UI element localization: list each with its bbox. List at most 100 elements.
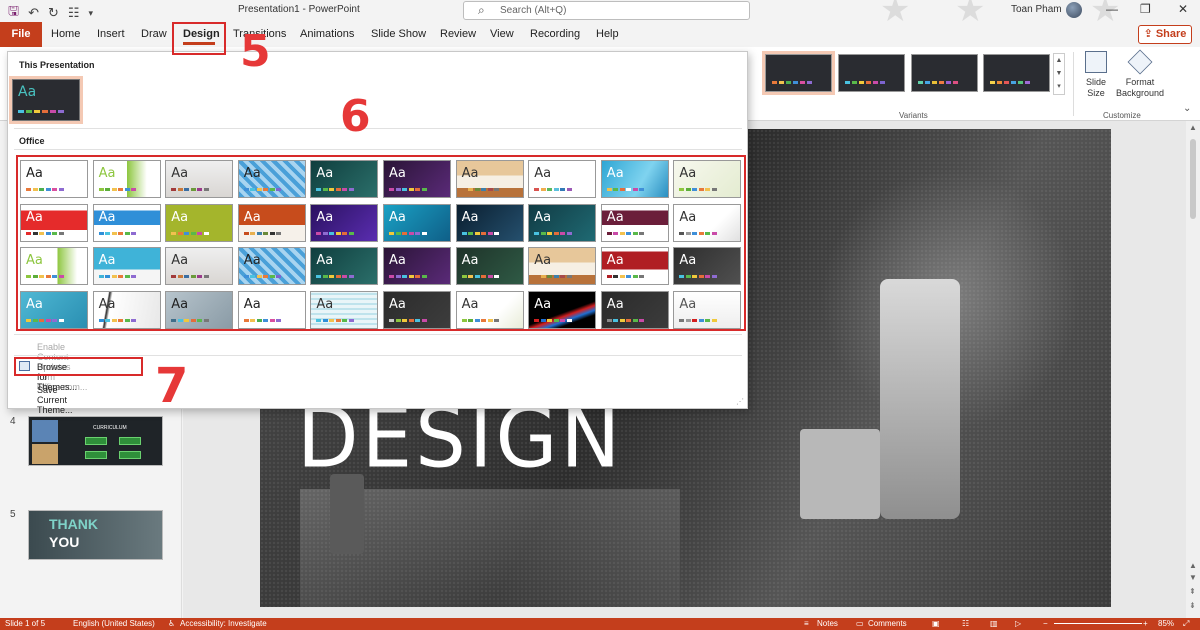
theme-thumbnail[interactable]: Aa bbox=[92, 203, 161, 242]
theme-swatches bbox=[171, 231, 209, 235]
search-box[interactable]: ⌕ Search (Alt+Q) bbox=[463, 1, 750, 20]
theme-thumbnail[interactable]: Aa bbox=[528, 160, 597, 198]
slide-size-button[interactable]: Slide Size bbox=[1078, 51, 1114, 99]
theme-thumbnail[interactable]: Aa bbox=[600, 203, 669, 242]
theme-thumbnail[interactable]: Aa bbox=[237, 160, 306, 198]
theme-thumbnail[interactable]: Aa bbox=[165, 247, 234, 285]
tab-slide-show[interactable]: Slide Show bbox=[371, 28, 426, 40]
accessibility-status[interactable]: Accessibility: Investigate bbox=[180, 619, 267, 628]
theme-thumbnail[interactable]: Aa bbox=[528, 247, 597, 285]
slide-thumbnail-4[interactable]: CURRICULUM bbox=[28, 416, 163, 466]
theme-thumbnail[interactable]: Aa bbox=[20, 247, 88, 285]
theme-thumbnail[interactable]: Aa bbox=[165, 203, 234, 242]
format-background-button[interactable]: Format Background bbox=[1114, 49, 1166, 99]
theme-thumbnail[interactable]: Aa bbox=[20, 290, 88, 329]
scroll-up-icon[interactable]: ▲ bbox=[1189, 561, 1197, 570]
undo-icon[interactable]: ↶ bbox=[28, 5, 39, 21]
theme-thumbnail[interactable]: Aa bbox=[528, 203, 597, 242]
collapse-ribbon-icon[interactable]: ⌄ bbox=[1183, 103, 1191, 114]
theme-thumbnail[interactable]: Aa bbox=[237, 290, 306, 329]
close-icon[interactable]: ✕ bbox=[1178, 2, 1188, 16]
current-theme-thumbnail[interactable]: Aa bbox=[9, 76, 83, 124]
zoom-in-icon[interactable]: + bbox=[1143, 619, 1148, 628]
theme-thumbnail[interactable]: Aa bbox=[165, 160, 234, 198]
variant-3[interactable] bbox=[911, 54, 978, 92]
variant-4[interactable] bbox=[983, 54, 1050, 92]
tab-help[interactable]: Help bbox=[596, 28, 619, 40]
theme-sample-text: Aa bbox=[171, 253, 189, 268]
tab-view[interactable]: View bbox=[490, 28, 514, 40]
theme-thumbnail[interactable]: Aa bbox=[455, 247, 524, 285]
next-slide-icon[interactable]: ⇟ bbox=[1189, 601, 1196, 610]
tab-animations[interactable]: Animations bbox=[300, 28, 354, 40]
theme-thumbnail[interactable]: Aa bbox=[673, 160, 742, 198]
slide-thumbnail-5[interactable]: THANK YOU bbox=[28, 510, 163, 560]
variant-2[interactable] bbox=[838, 54, 905, 92]
theme-thumbnail[interactable]: Aa bbox=[673, 290, 742, 329]
tab-insert[interactable]: Insert bbox=[97, 28, 125, 40]
redo-icon[interactable]: ↻ bbox=[48, 5, 59, 21]
theme-sample-text: Aa bbox=[389, 209, 406, 225]
theme-thumbnail[interactable]: Aa bbox=[383, 203, 451, 242]
share-button[interactable]: ⇪ Share bbox=[1138, 25, 1192, 44]
theme-thumbnail[interactable]: Aa bbox=[310, 203, 379, 242]
customize-qat-icon[interactable]: ▾ bbox=[89, 8, 94, 19]
theme-thumbnail[interactable]: Aa bbox=[383, 160, 451, 198]
slideshow-view-icon[interactable]: ▷ bbox=[1015, 619, 1021, 628]
zoom-out-icon[interactable]: − bbox=[1043, 619, 1048, 628]
tab-recording[interactable]: Recording bbox=[530, 28, 580, 40]
slide-sorter-icon[interactable]: ☷ bbox=[962, 619, 969, 628]
theme-thumbnail[interactable]: Aa bbox=[673, 203, 742, 242]
theme-thumbnail[interactable]: Aa bbox=[600, 290, 669, 329]
theme-thumbnail[interactable]: Aa bbox=[92, 247, 161, 285]
theme-thumbnail[interactable]: Aa bbox=[600, 160, 669, 198]
user-name[interactable]: Toan Pham bbox=[1011, 4, 1062, 15]
theme-thumbnail[interactable]: Aa bbox=[383, 247, 451, 285]
theme-thumbnail[interactable]: Aa bbox=[310, 247, 379, 285]
notes-button[interactable]: Notes bbox=[817, 619, 838, 628]
theme-thumbnail[interactable]: Aa bbox=[20, 203, 88, 242]
theme-thumbnail[interactable]: Aa bbox=[528, 290, 597, 329]
theme-thumbnail[interactable]: Aa bbox=[455, 203, 524, 242]
theme-sample-text: Aa bbox=[18, 84, 37, 100]
theme-thumbnail[interactable]: Aa bbox=[237, 247, 306, 285]
theme-swatches bbox=[316, 188, 354, 191]
theme-thumbnail[interactable]: Aa bbox=[20, 160, 88, 198]
variants-gallery-scroll[interactable]: ▲ ▼ ▾ bbox=[1053, 53, 1065, 95]
variant-1[interactable] bbox=[762, 51, 835, 95]
theme-thumbnail[interactable]: Aa bbox=[310, 160, 379, 198]
comments-button[interactable]: Comments bbox=[868, 619, 907, 628]
tab-review[interactable]: Review bbox=[440, 28, 476, 40]
theme-thumbnail[interactable]: Aa bbox=[673, 247, 742, 285]
fit-to-window-icon[interactable]: ⤢ bbox=[1183, 619, 1189, 629]
save-icon[interactable]: 🖫 bbox=[8, 2, 19, 24]
scroll-up-icon[interactable]: ▲ bbox=[1189, 123, 1197, 132]
theme-thumbnail[interactable]: Aa bbox=[600, 247, 669, 285]
scroll-down-icon[interactable]: ▼ bbox=[1189, 573, 1197, 582]
reading-view-icon[interactable]: ▥ bbox=[990, 619, 998, 628]
vertical-scrollbar[interactable]: ▲ ▲ ▼ ⇞ ⇟ bbox=[1186, 121, 1200, 618]
theme-thumbnail[interactable]: Aa bbox=[383, 290, 451, 329]
zoom-slider[interactable] bbox=[1054, 623, 1142, 624]
theme-thumbnail[interactable]: Aa bbox=[237, 203, 306, 242]
tab-draw[interactable]: Draw bbox=[141, 28, 167, 40]
tab-home[interactable]: Home bbox=[51, 28, 80, 40]
thumbnail-image bbox=[32, 444, 58, 464]
zoom-level[interactable]: 85% bbox=[1158, 619, 1174, 628]
scrollbar-thumb[interactable] bbox=[1190, 139, 1196, 219]
normal-view-icon[interactable]: ▣ bbox=[932, 619, 940, 628]
resize-grip-icon[interactable]: ⋰ bbox=[736, 397, 744, 406]
theme-thumbnail[interactable]: Aa bbox=[92, 290, 161, 329]
restore-icon[interactable]: ❐ bbox=[1140, 2, 1151, 16]
theme-thumbnail[interactable]: Aa bbox=[92, 160, 161, 198]
minimize-icon[interactable]: — bbox=[1106, 2, 1118, 16]
present-icon[interactable]: ☷ bbox=[68, 5, 80, 21]
language-status[interactable]: English (United States) bbox=[73, 619, 155, 628]
theme-thumbnail[interactable]: Aa bbox=[310, 290, 379, 329]
avatar[interactable] bbox=[1066, 2, 1082, 18]
tab-file[interactable]: File bbox=[0, 22, 42, 47]
theme-thumbnail[interactable]: Aa bbox=[455, 290, 524, 329]
theme-thumbnail[interactable]: Aa bbox=[165, 290, 234, 329]
previous-slide-icon[interactable]: ⇞ bbox=[1189, 587, 1196, 596]
theme-thumbnail[interactable]: Aa bbox=[455, 160, 524, 198]
